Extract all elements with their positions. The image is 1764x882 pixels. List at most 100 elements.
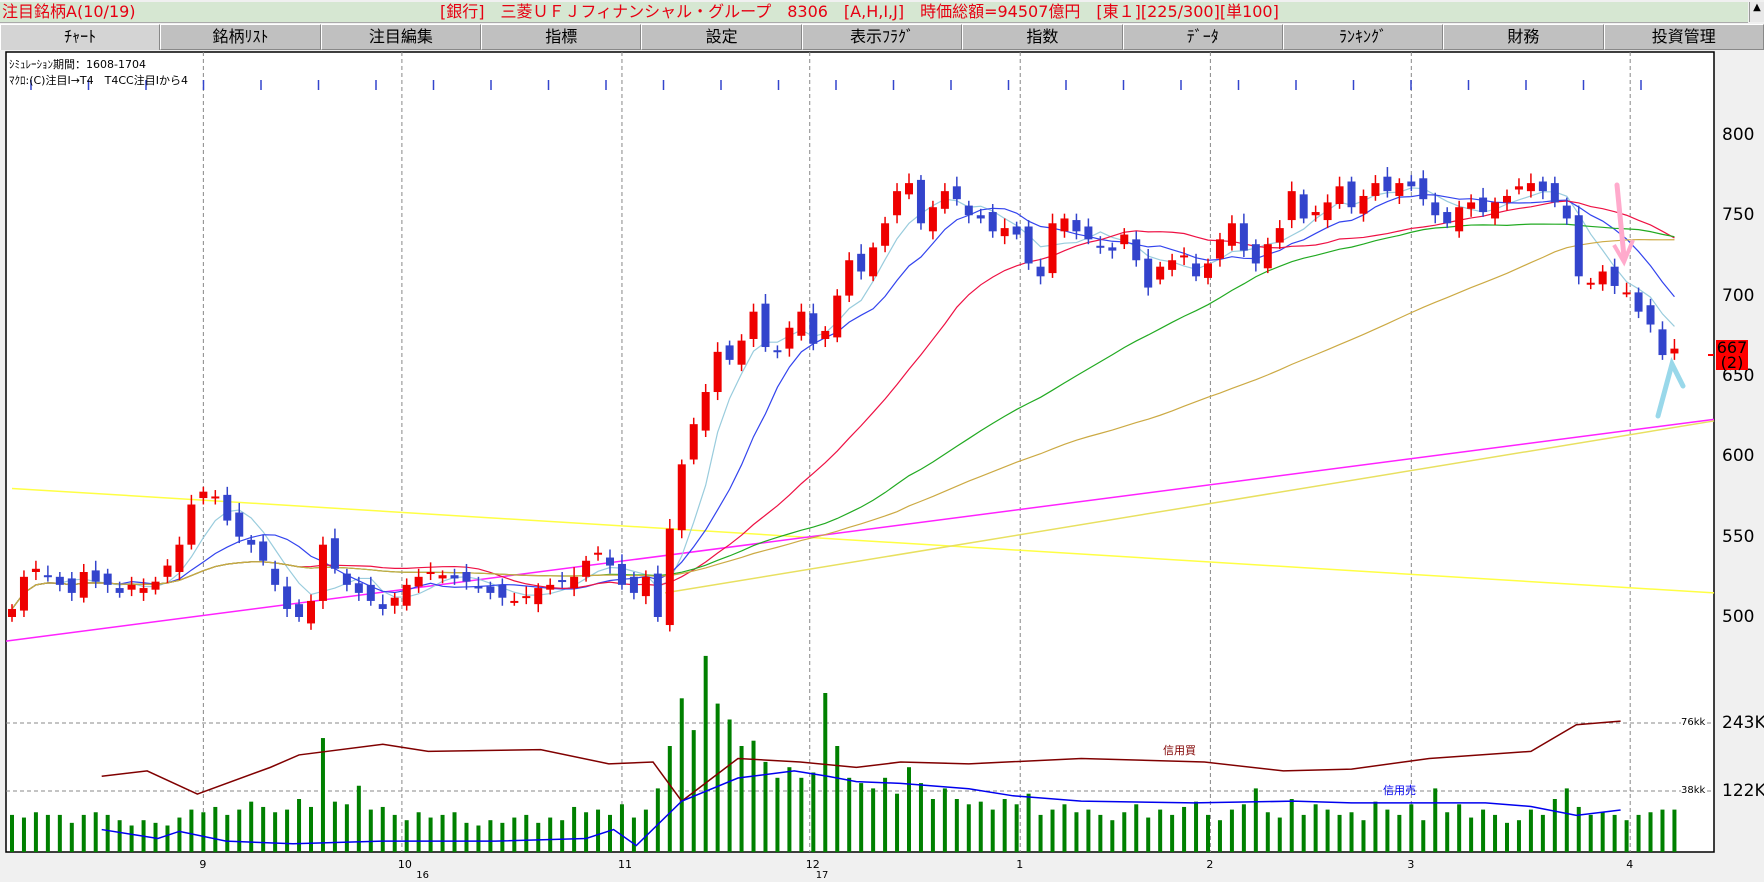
volume-bar (1672, 809, 1677, 852)
candle-body (1012, 226, 1021, 235)
candle-body (199, 491, 208, 499)
volume-bar (584, 812, 589, 852)
candle-body (414, 576, 423, 587)
volume-bar (883, 777, 888, 852)
candle-body (1251, 244, 1260, 264)
candle-body (211, 496, 220, 499)
candle-body (378, 604, 387, 609)
candle-body (402, 584, 411, 606)
volume-bar (1014, 804, 1019, 852)
candle-body (641, 576, 650, 597)
candle-body (606, 557, 614, 566)
volume-bar (201, 812, 206, 852)
candle-body (127, 584, 136, 590)
candle-body (1036, 266, 1045, 277)
volume-bar (930, 799, 935, 852)
candle-body (1132, 239, 1141, 261)
month-label: 1 (1016, 858, 1024, 871)
candle-body (151, 581, 160, 590)
volume-bar (476, 825, 481, 852)
volume-bar (1481, 809, 1486, 852)
candle-body (1574, 215, 1583, 277)
candle-body (163, 565, 172, 577)
candle-body (821, 330, 830, 339)
volume-bar (1385, 809, 1390, 852)
stock-chart[interactable]: 信用買信用売 (0, 0, 1764, 882)
margin-tick-label: 38kk (1681, 785, 1706, 796)
candle-body (809, 313, 818, 344)
candle-body (1239, 223, 1248, 251)
volume-bar (1624, 820, 1629, 852)
volume-bar (859, 783, 864, 852)
volume-bar (1158, 809, 1163, 852)
candle-body (1024, 226, 1033, 264)
volume-bar (1552, 799, 1557, 852)
candle-body (1048, 223, 1057, 274)
volume-bar (1600, 812, 1605, 852)
candle-body (1180, 255, 1189, 258)
candle-body (1347, 181, 1356, 208)
volume-bar (1110, 820, 1115, 852)
candle-body (1670, 348, 1679, 354)
month-label: 2 (1206, 858, 1214, 871)
candle-body (1467, 202, 1476, 209)
volume-bar (978, 801, 983, 852)
candle-body (91, 570, 100, 582)
volume-bar (1660, 809, 1665, 852)
volume-bar (1636, 814, 1641, 852)
month-label: 9 (199, 858, 207, 871)
volume-bar (1265, 812, 1270, 852)
candle-body (1311, 212, 1320, 216)
volume-bar (404, 820, 409, 852)
volume-bar (1349, 812, 1354, 852)
candle-body (546, 584, 555, 590)
volume-bar (1146, 817, 1151, 852)
volume-bar (1229, 809, 1234, 852)
volume-bar (105, 814, 110, 852)
volume-bar (787, 767, 792, 852)
volume-bar (1325, 809, 1330, 852)
volume-bar (273, 812, 278, 852)
volume-bar (249, 801, 254, 852)
candle-body (1060, 218, 1069, 232)
volume-bar (1564, 788, 1569, 852)
volume-bar (416, 812, 421, 852)
candle-body (522, 596, 531, 599)
volume-bar (966, 804, 971, 852)
price-tick-label: 700 (1722, 285, 1755, 306)
candle-body (1455, 207, 1464, 232)
volume-bar (1469, 817, 1474, 852)
candle-body (330, 538, 339, 569)
volume-bar (1409, 804, 1414, 852)
volume-bar (560, 820, 565, 852)
volume-bar (1241, 804, 1246, 852)
candle-body (1491, 202, 1500, 219)
candle-body (474, 586, 483, 589)
candle-body (318, 544, 327, 601)
candle-body (438, 575, 447, 579)
candle-body (893, 191, 902, 216)
volume-tick-label: 122KK (1722, 781, 1764, 801)
candle-body (1096, 245, 1105, 248)
candle-body (1622, 292, 1631, 295)
candle-body (534, 588, 543, 605)
candle-body (833, 295, 842, 338)
volume-bar (823, 693, 828, 852)
volume-bar (81, 814, 86, 852)
volume-bar (332, 801, 337, 852)
volume-bar (380, 806, 385, 852)
candle-body (1514, 186, 1523, 190)
candle-body (857, 253, 866, 272)
candle-body (737, 340, 746, 365)
volume-bar (739, 746, 744, 852)
candle-body (1479, 197, 1488, 213)
volume-bar (1457, 804, 1462, 852)
volume-bar (1038, 814, 1043, 852)
volume-bar (954, 799, 959, 852)
candle-body (43, 575, 52, 578)
volume-bar (1493, 814, 1498, 852)
margin-buy-label: 信用買 (1163, 744, 1196, 757)
volume-bar (69, 822, 74, 852)
volume-bar (1421, 820, 1426, 852)
price-tick-label: 600 (1722, 446, 1755, 467)
